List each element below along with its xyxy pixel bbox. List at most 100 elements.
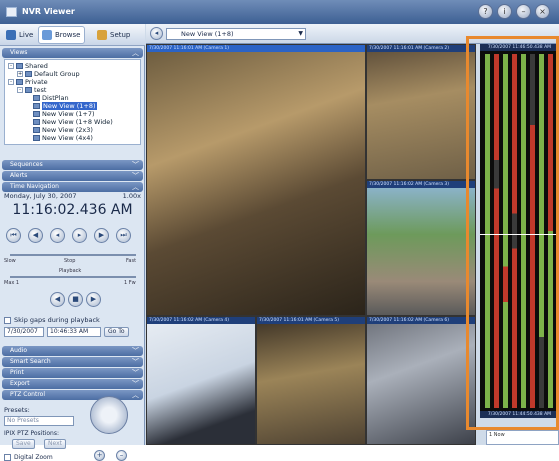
view-icon <box>33 127 40 133</box>
tree-item-view-4x4[interactable]: New View (4x4) <box>33 134 93 142</box>
rewind-playback-button[interactable]: ◀ <box>50 292 65 307</box>
skip-end-button[interactable]: ⏭ <box>116 228 131 243</box>
skip-gaps-option[interactable]: Skip gaps during playback <box>4 316 100 324</box>
goto-button[interactable]: Go To <box>104 327 129 337</box>
tree-item-label: Private <box>25 78 48 86</box>
view-select-value: New View (1+8) <box>181 30 234 38</box>
minimize-button[interactable]: – <box>516 4 531 19</box>
camera-grid: 7/30/2007 11:16:01 AM (Camera 1) 7/30/20… <box>146 44 476 445</box>
tree-item-view-1-7[interactable]: New View (1+7) <box>33 110 95 118</box>
tree-item-private[interactable]: - Private <box>8 78 48 86</box>
skip-gaps-checkbox[interactable] <box>4 316 11 324</box>
section-time-navigation[interactable]: Time Navigation ︿ <box>2 182 143 192</box>
goto-datetime-row: 7/30/2007 10:46:33 AM Go To <box>4 327 129 337</box>
camera-header: 7/30/2007 11:16:02 AM (Camera 6) <box>367 317 475 324</box>
tab-browse-label: Browse <box>55 31 81 39</box>
section-print[interactable]: Print ﹀ <box>2 368 143 378</box>
close-button[interactable]: × <box>535 4 550 19</box>
tree-item-shared[interactable]: - Shared <box>8 62 48 70</box>
camera-tile-6[interactable]: 7/30/2007 11:16:02 AM (Camera 6) <box>366 316 476 445</box>
tab-browse[interactable]: Browse <box>38 26 85 44</box>
section-alerts[interactable]: Alerts ﹀ <box>2 171 143 181</box>
section-ptz-control[interactable]: PTZ Control ︿ <box>2 390 143 400</box>
skip-start-button[interactable]: ⏮ <box>6 228 21 243</box>
tree-item-label: New View (2x3) <box>42 126 93 134</box>
section-label: Sequences <box>10 161 43 168</box>
step-forward-button[interactable]: ▶ <box>94 228 109 243</box>
chevron-down-icon: ﹀ <box>132 172 139 180</box>
ptz-panel: Presets: No Presets IPIX PTZ Positions: … <box>4 396 141 461</box>
camera-tile-5[interactable]: 7/30/2007 11:16:01 AM (Camera 5) <box>256 316 366 445</box>
expander-icon[interactable]: - <box>17 87 23 93</box>
tree-item-label: New View (1+8) <box>42 102 97 110</box>
date-input[interactable]: 7/30/2007 <box>4 327 44 337</box>
section-views[interactable]: Views ︿ <box>2 48 143 58</box>
tab-live[interactable]: Live <box>3 26 36 44</box>
speed-slider[interactable] <box>10 254 136 256</box>
ptz-positions-label: IPIX PTZ Positions: <box>4 430 59 437</box>
camera-tile-4[interactable]: 7/30/2007 11:16:02 AM (Camera 4) <box>146 316 256 445</box>
view-icon <box>33 95 40 101</box>
preset-select[interactable]: No Presets <box>4 416 74 426</box>
chevron-down-icon: ﹀ <box>132 347 139 355</box>
tree-item-view-1-8-wide[interactable]: New View (1+8 Wide) <box>33 118 113 126</box>
help-icon[interactable]: ? <box>478 4 493 19</box>
section-views-label: Views <box>10 49 28 56</box>
time-input[interactable]: 10:46:33 AM <box>47 327 101 337</box>
camera-icon <box>6 30 16 40</box>
tree-item-view-1-8[interactable]: New View (1+8) <box>33 102 97 110</box>
expander-icon[interactable]: - <box>8 63 14 69</box>
tree-item-label: Shared <box>25 62 48 70</box>
tree-item-default-group[interactable]: + Default Group <box>17 70 80 78</box>
tree-item-distplan[interactable]: DistPlan <box>33 94 69 102</box>
tree-item-label: test <box>34 86 47 94</box>
camera-tile-2[interactable]: 7/30/2007 11:16:01 AM (Camera 2) <box>366 44 476 180</box>
zoom-in-button[interactable]: + <box>94 450 105 461</box>
current-date: Monday, July 30, 2007 <box>4 192 77 200</box>
presets-label: Presets: <box>4 406 30 414</box>
camera-tile-3[interactable]: 7/30/2007 11:16:02 AM (Camera 3) <box>366 180 476 316</box>
chevron-up-icon: ︿ <box>132 49 139 57</box>
expander-icon[interactable]: + <box>17 71 23 77</box>
playback-slider[interactable] <box>10 276 136 278</box>
folder-icon <box>25 71 32 77</box>
section-label: Export <box>10 380 30 387</box>
digital-zoom-checkbox[interactable] <box>4 454 11 461</box>
ptz-joystick[interactable] <box>90 396 128 434</box>
play-forward-button[interactable]: ▸ <box>72 228 87 243</box>
browse-icon <box>42 30 52 40</box>
save-position-button[interactable]: Save <box>12 439 35 449</box>
chevron-down-icon: ﹀ <box>132 161 139 169</box>
camera-tile-1[interactable]: 7/30/2007 11:16:01 AM (Camera 1) <box>146 44 366 316</box>
section-smart-search[interactable]: Smart Search ﹀ <box>2 357 143 367</box>
mode-tabs: Live Browse Setup <box>0 24 145 46</box>
view-select[interactable]: New View (1+8) ▼ <box>166 28 306 40</box>
expander-icon[interactable]: - <box>8 79 14 85</box>
play-button[interactable]: ▶ <box>86 292 101 307</box>
nvr-viewer-app: NVR Viewer ? i – × Live Browse Setup Vie… <box>0 0 559 461</box>
section-audio[interactable]: Audio ﹀ <box>2 346 143 356</box>
tree-item-view-2x3[interactable]: New View (2x3) <box>33 126 93 134</box>
zoom-out-button[interactable]: – <box>116 450 127 461</box>
view-icon <box>33 119 40 125</box>
step-back-button[interactable]: ◀ <box>28 228 43 243</box>
section-label: Time Navigation <box>10 183 59 190</box>
camera-header: 7/30/2007 11:16:01 AM (Camera 5) <box>257 317 365 324</box>
chevron-down-icon: ﹀ <box>132 380 139 388</box>
tree-item-label: New View (4x4) <box>42 134 93 142</box>
next-position-button[interactable]: Next <box>44 439 66 449</box>
chevron-up-icon: ︿ <box>132 183 139 191</box>
tree-item-test[interactable]: - test <box>17 86 46 94</box>
rewind-button[interactable]: ◂ <box>50 228 65 243</box>
info-icon[interactable]: i <box>497 4 512 19</box>
back-button[interactable]: ◂ <box>150 27 163 40</box>
camera-header: 7/30/2007 11:16:02 AM (Camera 4) <box>147 317 255 324</box>
stop-button[interactable]: ■ <box>68 292 83 307</box>
section-export[interactable]: Export ﹀ <box>2 379 143 389</box>
section-label: PTZ Control <box>10 391 45 398</box>
tab-setup[interactable]: Setup <box>94 26 133 44</box>
playback-label: Playback <box>59 268 82 274</box>
section-sequences[interactable]: Sequences ﹀ <box>2 160 143 170</box>
slider-label-max: 1 Fw <box>124 280 136 286</box>
section-label: Alerts <box>10 172 28 179</box>
